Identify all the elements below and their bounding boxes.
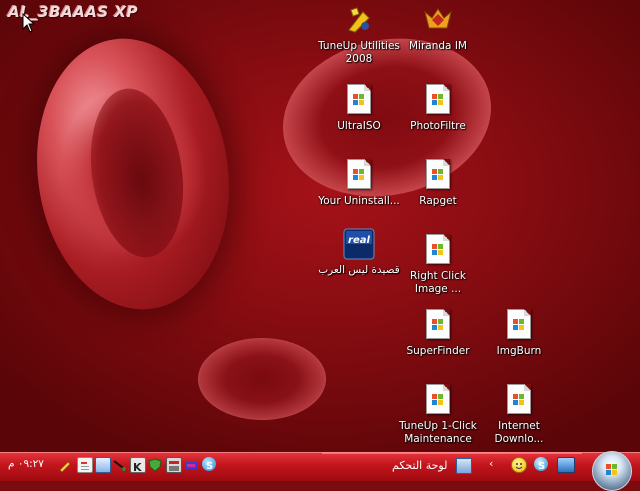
generic-file-icon: [422, 234, 454, 266]
shield-icon[interactable]: [148, 457, 162, 472]
generic-file-icon: [343, 159, 375, 191]
messenger-smiley-icon[interactable]: [511, 457, 527, 473]
icon-label: UltraISO: [337, 120, 381, 132]
desktop-icon-arabic-poem[interactable]: real قصيدة ليس العرب: [317, 228, 401, 277]
desktop-icon-internet-download[interactable]: Internet Downlo...: [477, 382, 561, 446]
icon-label: TuneUp 1-Click Maintenance: [399, 420, 477, 445]
icon-label: SuperFinder: [406, 345, 470, 357]
svg-text:S: S: [206, 461, 213, 472]
desktop-icon-photofiltre[interactable]: PhotoFiltre: [396, 82, 480, 133]
icon-label: قصيدة ليس العرب: [318, 264, 400, 276]
realplayer-icon: real: [343, 228, 375, 260]
desktop-icon-tuneup-1-click[interactable]: TuneUp 1-Click Maintenance: [396, 382, 480, 446]
icon-label: Rapget: [419, 195, 457, 207]
generic-file-icon: [422, 84, 454, 116]
icon-label: Right Click Image ...: [409, 270, 466, 295]
svg-text:S: S: [538, 461, 545, 472]
miranda-im-icon: [422, 4, 454, 36]
desktop-icon-rapget[interactable]: Rapget: [396, 157, 480, 208]
windows-logo-icon: [606, 464, 618, 476]
show-hidden-icons-chevron[interactable]: ‹: [489, 457, 493, 470]
network-icon[interactable]: [113, 457, 127, 471]
tuneup-utilities-icon: [343, 4, 375, 36]
desktop-icon-imgburn[interactable]: ImgBurn: [477, 307, 561, 358]
realplayer-text: real: [348, 235, 370, 246]
desktop-icon-superfinder[interactable]: SuperFinder: [396, 307, 480, 358]
app-icon[interactable]: [166, 457, 182, 473]
icon-label: Internet Downlo...: [494, 420, 544, 445]
generic-file-icon: [422, 309, 454, 341]
taskbar-clock[interactable]: ٠٩:٢٧ م: [8, 458, 44, 470]
k-icon[interactable]: K: [130, 457, 146, 474]
mouse-cursor-icon: [22, 13, 34, 33]
start-button[interactable]: [592, 451, 632, 491]
generic-file-icon: [422, 384, 454, 416]
svg-text:K: K: [133, 461, 142, 473]
desktop-icon-right-click-image[interactable]: Right Click Image ...: [396, 232, 480, 296]
skype-icon[interactable]: S: [202, 457, 216, 472]
icon-label: PhotoFiltre: [410, 120, 466, 132]
icon-label: ImgBurn: [496, 345, 542, 357]
skype-icon[interactable]: S: [534, 457, 548, 472]
desktop-icon-miranda-im[interactable]: Miranda IM: [396, 4, 480, 53]
icon-label: Miranda IM: [409, 40, 467, 52]
blood-cell-small: [198, 338, 326, 420]
generic-file-icon: [422, 159, 454, 191]
generic-file-icon: [503, 384, 535, 416]
document-icon[interactable]: [77, 457, 93, 473]
icon-label: TuneUp Utilities 2008: [318, 40, 400, 65]
desktop-icon-ultraiso[interactable]: UltraISO: [317, 82, 401, 133]
taskbar-divider: [322, 452, 582, 454]
control-panel-button-label[interactable]: لوحة التحكم: [392, 459, 447, 472]
generic-file-icon: [503, 309, 535, 341]
desktop-icon[interactable]: [557, 457, 575, 473]
media-icon[interactable]: [184, 457, 198, 471]
control-panel-icon[interactable]: [456, 458, 472, 474]
icon-label: Your Uninstall...: [318, 195, 400, 207]
desktop-icon-tuneup-utilities[interactable]: TuneUp Utilities 2008: [317, 4, 401, 66]
desktop-icon-your-uninstaller[interactable]: Your Uninstall...: [317, 157, 401, 208]
pen-icon[interactable]: [58, 457, 72, 473]
generic-file-icon: [343, 84, 375, 116]
window-icon[interactable]: [95, 457, 111, 473]
